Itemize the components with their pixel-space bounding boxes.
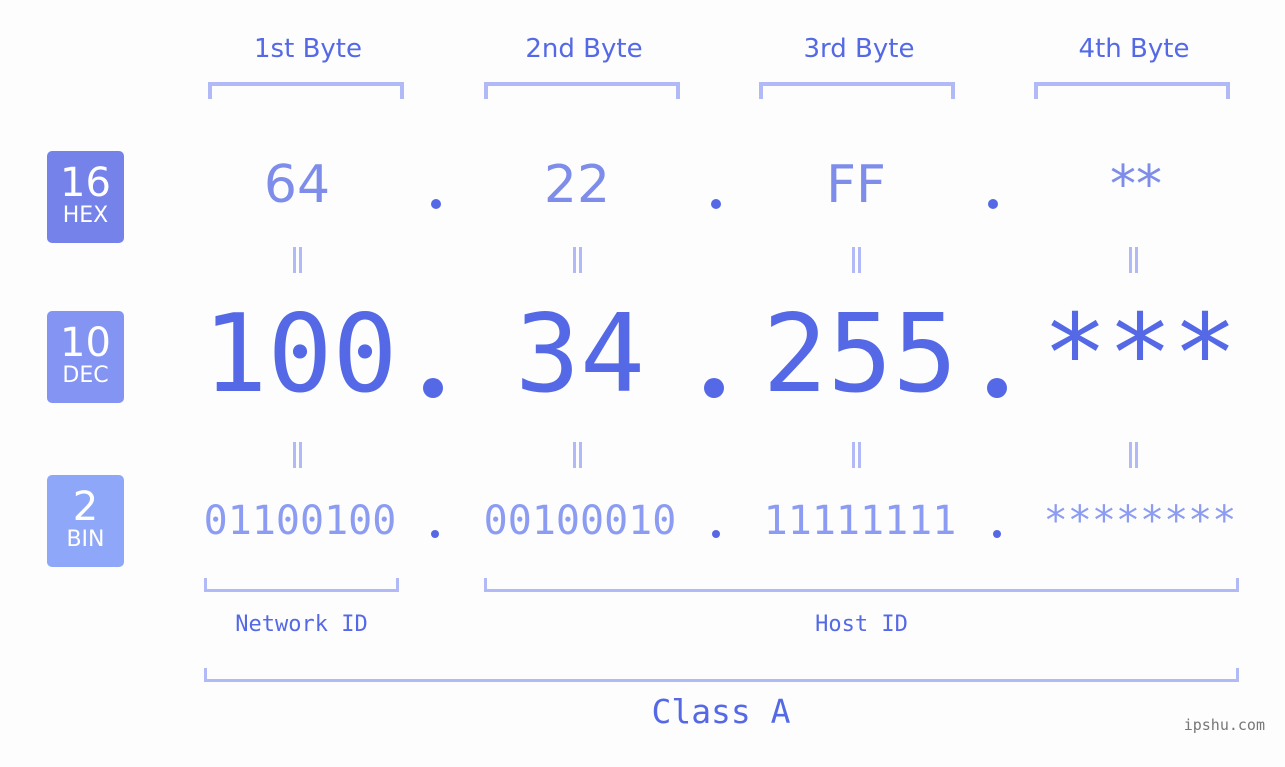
network-id-label: Network ID	[235, 612, 368, 637]
bin-badge: 2 BIN	[47, 475, 124, 567]
hex-dot-1	[431, 199, 441, 209]
hex-badge-label: HEX	[62, 203, 109, 228]
byte-bracket-1	[208, 82, 404, 99]
byte-header-3: 3rd Byte	[803, 34, 915, 64]
equals-icon	[1129, 247, 1138, 273]
hex-badge-base: 16	[60, 160, 111, 206]
byte-bracket-4	[1034, 82, 1230, 99]
network-id-bracket	[204, 578, 399, 592]
equals-icon	[852, 247, 861, 273]
hex-badge: 16 HEX	[47, 151, 124, 243]
dec-octet-4: ***	[1042, 292, 1238, 417]
bin-octet-3: 11111111	[763, 498, 957, 544]
byte-bracket-2	[484, 82, 680, 99]
host-id-label: Host ID	[815, 612, 908, 637]
dec-dot-3	[987, 378, 1007, 398]
equals-icon	[1129, 442, 1138, 468]
hex-dot-3	[988, 199, 998, 209]
bin-badge-base: 2	[72, 484, 99, 530]
bin-badge-label: BIN	[66, 527, 105, 552]
equals-icon	[573, 442, 582, 468]
bin-dot-3	[993, 530, 1001, 538]
dec-octet-3: 255	[762, 292, 958, 417]
equals-icon	[852, 442, 861, 468]
bin-octet-4: ********	[1043, 498, 1237, 544]
byte-header-2: 2nd Byte	[525, 34, 643, 64]
dec-badge-label: DEC	[62, 363, 109, 388]
class-bracket	[204, 668, 1239, 682]
hex-octet-3: FF	[826, 155, 886, 215]
dec-badge-base: 10	[60, 320, 111, 366]
watermark: ipshu.com	[1183, 716, 1265, 734]
hex-octet-1: 64	[263, 155, 331, 215]
equals-icon	[293, 247, 302, 273]
equals-icon	[293, 442, 302, 468]
dec-badge: 10 DEC	[47, 311, 124, 403]
byte-bracket-3	[759, 82, 955, 99]
dec-octet-2: 34	[514, 292, 646, 417]
host-id-bracket	[484, 578, 1239, 592]
dec-dot-2	[704, 378, 724, 398]
hex-octet-4: **	[1110, 155, 1162, 215]
equals-icon	[573, 247, 582, 273]
dec-dot-1	[423, 378, 443, 398]
class-label: Class A	[651, 692, 791, 731]
bin-dot-1	[431, 530, 439, 538]
hex-dot-2	[711, 199, 721, 209]
bin-dot-2	[712, 530, 720, 538]
hex-octet-2: 22	[543, 155, 611, 215]
dec-octet-1: 100	[202, 292, 398, 417]
bin-octet-2: 00100010	[483, 498, 677, 544]
bin-octet-1: 01100100	[203, 498, 397, 544]
byte-header-4: 4th Byte	[1078, 34, 1190, 64]
byte-header-1: 1st Byte	[254, 34, 362, 64]
